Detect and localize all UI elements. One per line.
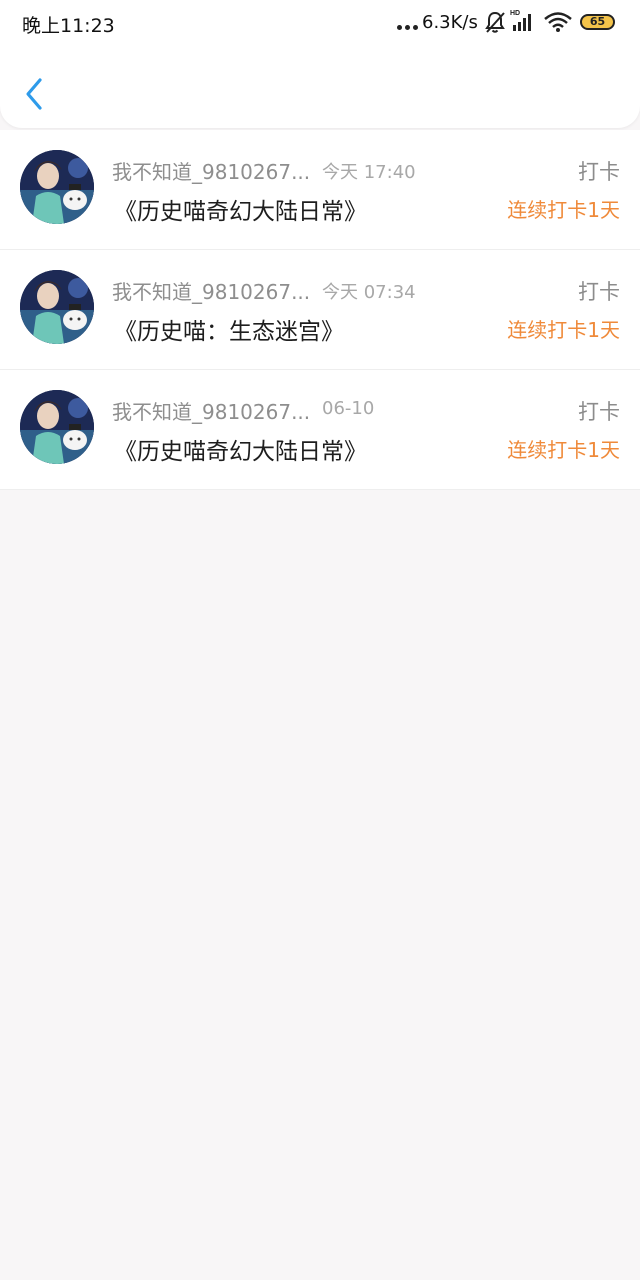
timestamp: 06-10 — [322, 398, 375, 419]
signal-icon: HD — [510, 8, 536, 38]
streak-label: 连续打卡1天 — [507, 318, 620, 342]
dots-icon — [397, 25, 418, 30]
username[interactable]: 我不知道_9810267... — [112, 156, 310, 185]
top-bar: 晚上11:23 6.3K/s HD 65 — [0, 0, 640, 128]
status-bar: 晚上11:23 6.3K/s HD 65 — [0, 0, 640, 46]
battery-icon: 65 — [580, 14, 615, 30]
username[interactable]: 我不知道_9810267... — [112, 276, 310, 305]
list-item[interactable]: 我不知道_9810267... 06-10 《历史喵奇幻大陆日常》 打卡 连续打… — [0, 370, 640, 490]
wifi-icon — [543, 11, 573, 37]
timestamp: 今天 17:40 — [322, 162, 416, 183]
status-time: 晚上11:23 — [22, 15, 115, 37]
avatar[interactable] — [20, 270, 94, 344]
checkin-list: 我不知道_9810267... 今天 17:40 《历史喵奇幻大陆日常》 打卡 … — [0, 130, 640, 490]
checkin-label: 打卡 — [578, 160, 620, 184]
book-title[interactable]: 《历史喵奇幻大陆日常》 — [114, 432, 367, 466]
streak-label: 连续打卡1天 — [507, 438, 620, 462]
avatar[interactable] — [20, 150, 94, 224]
book-title[interactable]: 《历史喵奇幻大陆日常》 — [114, 192, 367, 226]
checkin-label: 打卡 — [578, 400, 620, 424]
network-speed: 6.3K/s — [422, 12, 478, 33]
list-item[interactable]: 我不知道_9810267... 今天 07:34 《历史喵：生态迷宫》 打卡 连… — [0, 250, 640, 370]
bell-muted-icon — [484, 10, 506, 38]
streak-label: 连续打卡1天 — [507, 198, 620, 222]
avatar[interactable] — [20, 390, 94, 464]
chevron-left-icon — [26, 78, 42, 110]
book-title[interactable]: 《历史喵：生态迷宫》 — [114, 312, 344, 346]
list-item[interactable]: 我不知道_9810267... 今天 17:40 《历史喵奇幻大陆日常》 打卡 … — [0, 130, 640, 250]
checkin-label: 打卡 — [578, 280, 620, 304]
timestamp: 今天 07:34 — [322, 282, 416, 303]
hd-label: HD — [510, 10, 520, 17]
back-button[interactable] — [18, 74, 54, 114]
username[interactable]: 我不知道_9810267... — [112, 396, 310, 425]
